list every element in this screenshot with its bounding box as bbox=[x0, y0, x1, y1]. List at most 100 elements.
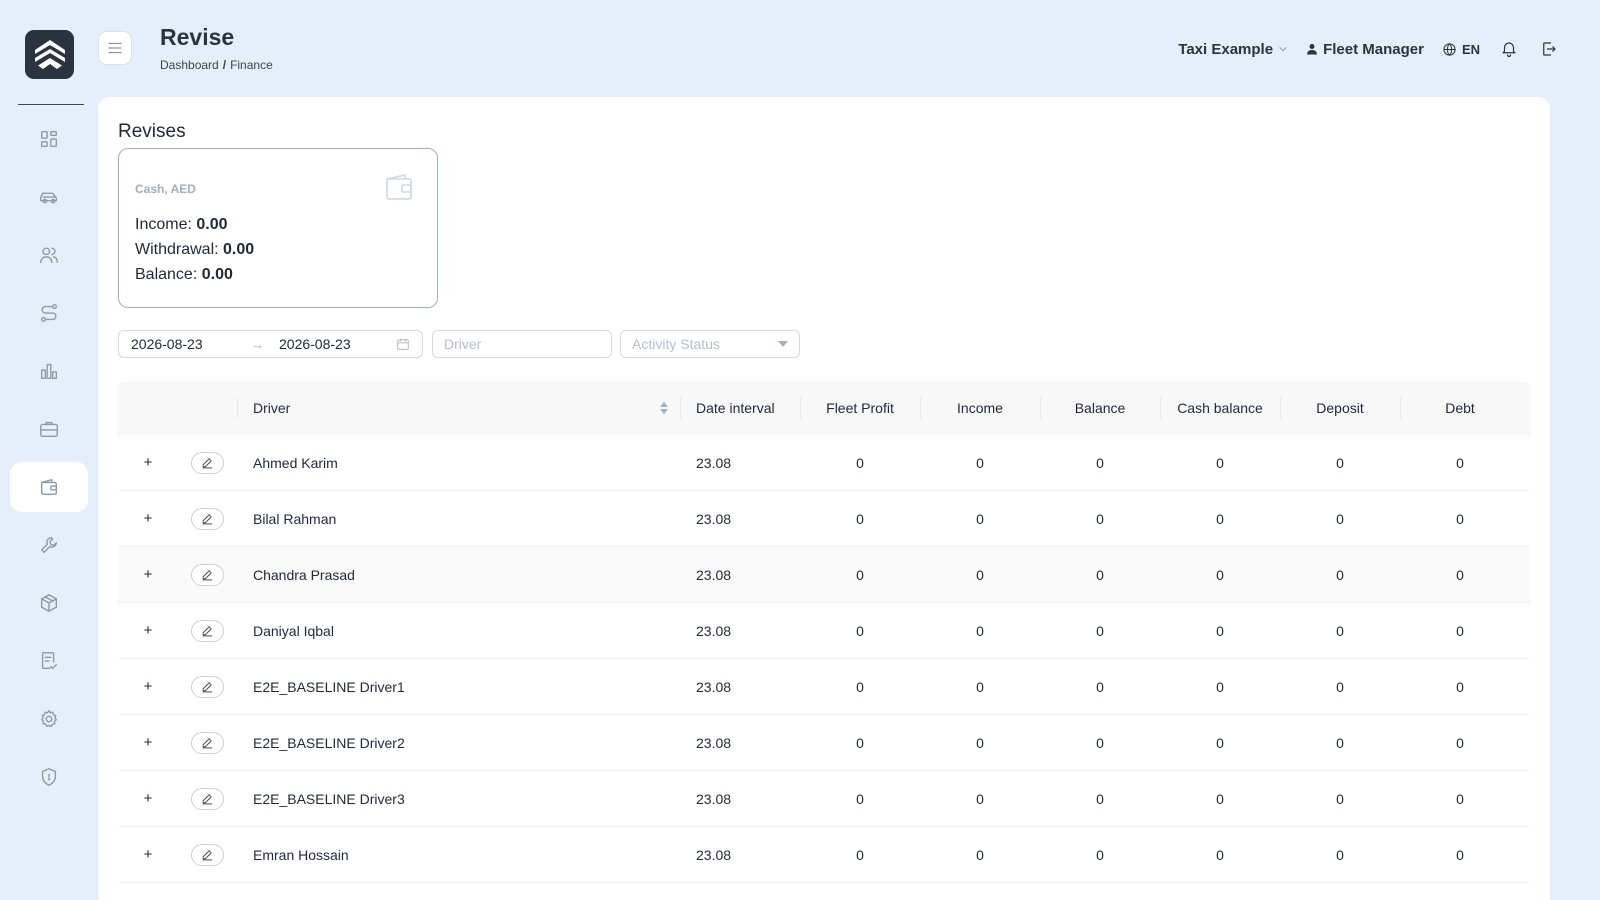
balance-value: 0.00 bbox=[201, 266, 233, 283]
column-header-deposit: Deposit bbox=[1280, 381, 1400, 435]
edit-button[interactable] bbox=[191, 731, 224, 754]
summary-income: Income: 0.00 bbox=[135, 216, 228, 233]
cell-debt: 0 bbox=[1456, 566, 1464, 583]
sidebar-item-routes[interactable] bbox=[10, 288, 88, 338]
sidebar-item-documents[interactable] bbox=[10, 636, 88, 686]
cell-balance: 0 bbox=[1096, 566, 1104, 583]
cell-income: 0 bbox=[976, 846, 984, 863]
expand-row-button[interactable]: + bbox=[139, 454, 157, 471]
date-interval: 23.08 bbox=[696, 510, 732, 527]
grid-icon bbox=[40, 130, 58, 148]
driver-name[interactable]: E2E_BASELINE Driver3 bbox=[237, 771, 680, 826]
column-header-fleet-profit: Fleet Profit bbox=[800, 381, 920, 435]
language-code: EN bbox=[1461, 41, 1480, 57]
sidebar-divider bbox=[18, 104, 84, 105]
column-header-driver[interactable]: Driver bbox=[237, 381, 680, 435]
sidebar-item-business[interactable] bbox=[10, 404, 88, 454]
company-name: Taxi Example bbox=[1178, 40, 1274, 58]
table-row: + Ahmed Karim 23.08 0 0 0 0 0 0 bbox=[118, 435, 1530, 491]
cell-deposit: 0 bbox=[1336, 510, 1344, 527]
expand-row-button[interactable]: + bbox=[139, 734, 157, 751]
driver-name[interactable]: E2E_BASELINE Driver2 bbox=[237, 715, 680, 770]
app-logo[interactable] bbox=[25, 30, 74, 79]
globe-icon bbox=[1443, 42, 1456, 56]
driver-name[interactable]: Ahmed Karim bbox=[237, 435, 680, 490]
language-selector[interactable]: EN bbox=[1442, 42, 1480, 57]
expand-row-button[interactable]: + bbox=[139, 678, 157, 695]
expand-row-button[interactable]: + bbox=[139, 846, 157, 863]
cash-summary-card: Cash, AED Income: 0.00 Withdrawal: 0.00 … bbox=[118, 148, 438, 308]
edit-button[interactable] bbox=[191, 787, 224, 810]
cell-cash-balance: 0 bbox=[1216, 454, 1224, 471]
cell-fleet-profit: 0 bbox=[856, 734, 864, 751]
pencil-icon bbox=[202, 626, 213, 637]
sort-icon[interactable] bbox=[660, 402, 668, 414]
sidebar-item-vehicles[interactable] bbox=[10, 172, 88, 222]
cell-cash-balance: 0 bbox=[1216, 566, 1224, 583]
sidebar-item-finance[interactable] bbox=[10, 462, 88, 512]
user-role: Fleet Manager bbox=[1323, 40, 1424, 58]
pencil-icon bbox=[202, 570, 213, 581]
driver-name[interactable]: Daniyal Iqbal bbox=[237, 603, 680, 658]
cell-deposit: 0 bbox=[1336, 734, 1344, 751]
column-header-income: Income bbox=[920, 381, 1040, 435]
sidebar-item-inventory[interactable] bbox=[10, 578, 88, 628]
user-icon bbox=[1307, 44, 1318, 55]
menu-toggle-button[interactable] bbox=[98, 31, 132, 65]
cell-deposit: 0 bbox=[1336, 454, 1344, 471]
date-range-picker[interactable]: 2026-08-23 → 2026-08-23 bbox=[118, 330, 423, 358]
logout-icon bbox=[1543, 42, 1556, 56]
header-actions: Taxi Example Fleet Manager EN bbox=[1178, 38, 1560, 60]
cell-income: 0 bbox=[976, 790, 984, 807]
cell-debt: 0 bbox=[1456, 678, 1464, 695]
driver-name[interactable]: E2E_BASELINE Driver1 bbox=[237, 659, 680, 714]
sidebar-item-security[interactable] bbox=[10, 752, 88, 802]
driver-name[interactable]: Bilal Rahman bbox=[237, 491, 680, 546]
breadcrumb-dashboard[interactable]: Dashboard bbox=[160, 58, 219, 72]
date-to-input[interactable]: 2026-08-23 bbox=[279, 336, 396, 352]
expand-row-button[interactable]: + bbox=[139, 622, 157, 639]
bar-chart-icon bbox=[40, 363, 58, 380]
logout-button[interactable] bbox=[1538, 38, 1560, 60]
edit-button[interactable] bbox=[191, 843, 224, 866]
user-menu[interactable]: Fleet Manager bbox=[1306, 41, 1424, 58]
cell-fleet-profit: 0 bbox=[856, 566, 864, 583]
date-interval: 23.08 bbox=[696, 734, 732, 751]
table-row: + Chandra Prasad 23.08 0 0 0 0 0 0 bbox=[118, 547, 1530, 603]
breadcrumb-separator: / bbox=[222, 58, 227, 72]
edit-button[interactable] bbox=[191, 619, 224, 642]
edit-button[interactable] bbox=[191, 675, 224, 698]
activity-status-select[interactable]: Activity Status bbox=[620, 330, 800, 358]
cell-cash-balance: 0 bbox=[1216, 734, 1224, 751]
driver-filter-input[interactable]: Driver bbox=[432, 330, 612, 358]
expand-row-button[interactable]: + bbox=[139, 510, 157, 527]
cell-income: 0 bbox=[976, 734, 984, 751]
gear-icon bbox=[40, 710, 58, 728]
cell-debt: 0 bbox=[1456, 846, 1464, 863]
date-from-input[interactable]: 2026-08-23 bbox=[131, 336, 251, 352]
sidebar-item-dashboard[interactable] bbox=[10, 114, 88, 164]
cell-deposit: 0 bbox=[1336, 678, 1344, 695]
edit-button[interactable] bbox=[191, 507, 224, 530]
sidebar-item-settings[interactable] bbox=[10, 694, 88, 744]
page-title: Revise bbox=[160, 24, 235, 50]
sidebar-item-maintenance[interactable] bbox=[10, 520, 88, 570]
cell-debt: 0 bbox=[1456, 454, 1464, 471]
route-icon bbox=[40, 304, 58, 322]
cell-cash-balance: 0 bbox=[1216, 678, 1224, 695]
driver-name[interactable]: Chandra Prasad bbox=[237, 547, 680, 602]
breadcrumb-finance[interactable]: Finance bbox=[230, 58, 273, 72]
notifications-button[interactable] bbox=[1498, 38, 1520, 60]
company-selector[interactable]: Taxi Example bbox=[1178, 41, 1288, 58]
edit-button[interactable] bbox=[191, 451, 224, 474]
edit-button[interactable] bbox=[191, 563, 224, 586]
sidebar-item-drivers[interactable] bbox=[10, 230, 88, 280]
wrench-icon bbox=[40, 536, 58, 554]
summary-withdrawal: Withdrawal: 0.00 bbox=[135, 241, 255, 258]
car-icon bbox=[40, 192, 58, 204]
cell-cash-balance: 0 bbox=[1216, 846, 1224, 863]
sidebar-item-reports[interactable] bbox=[10, 346, 88, 396]
expand-row-button[interactable]: + bbox=[139, 790, 157, 807]
expand-row-button[interactable]: + bbox=[139, 566, 157, 583]
driver-name[interactable]: Emran Hossain bbox=[237, 827, 680, 882]
